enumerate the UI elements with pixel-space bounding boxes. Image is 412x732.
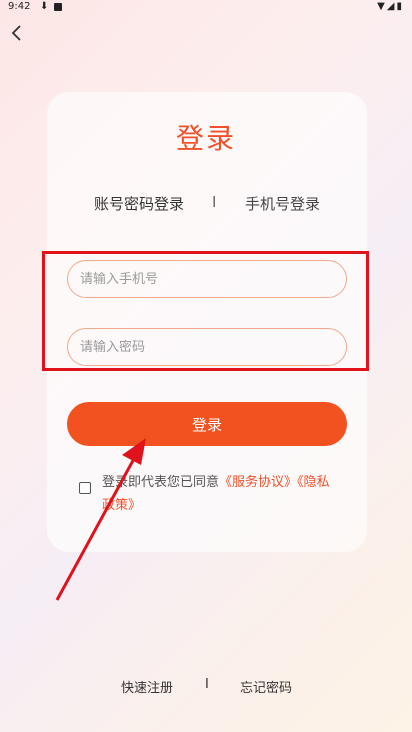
login-tabs: 账号密码登录 I 手机号登录 [0,193,412,215]
page-title: 登录 [175,122,236,155]
status-time: 9:42 [8,1,31,12]
signal-battery-icons: ▼◢▮ [377,1,404,12]
agreement-checkbox[interactable] [79,482,91,494]
footer-separator: I [205,677,209,692]
service-agreement-link[interactable]: 《服务协议》 [219,475,297,490]
forgot-password-link[interactable]: 忘记密码 [240,677,292,696]
download-icon: ⬇ [40,1,49,12]
footer-links: 快速注册 I 忘记密码 [0,677,412,697]
back-icon[interactable] [6,22,28,44]
tab-password-login[interactable]: 账号密码登录 [94,193,184,214]
agreement-text: 登录即代表您已同意《服务协议》《隐私政策》 [102,471,342,517]
notification-icon [54,3,62,11]
tab-separator: I [212,193,217,211]
tab-phone-login[interactable]: 手机号登录 [245,193,320,214]
register-link[interactable]: 快速注册 [121,677,173,696]
status-bar: 9:42 ⬇ ▼◢▮ [0,0,412,16]
agreement-prefix: 登录即代表您已同意 [102,475,220,490]
highlight-box [42,251,369,371]
login-button[interactable]: 登录 [67,402,347,446]
